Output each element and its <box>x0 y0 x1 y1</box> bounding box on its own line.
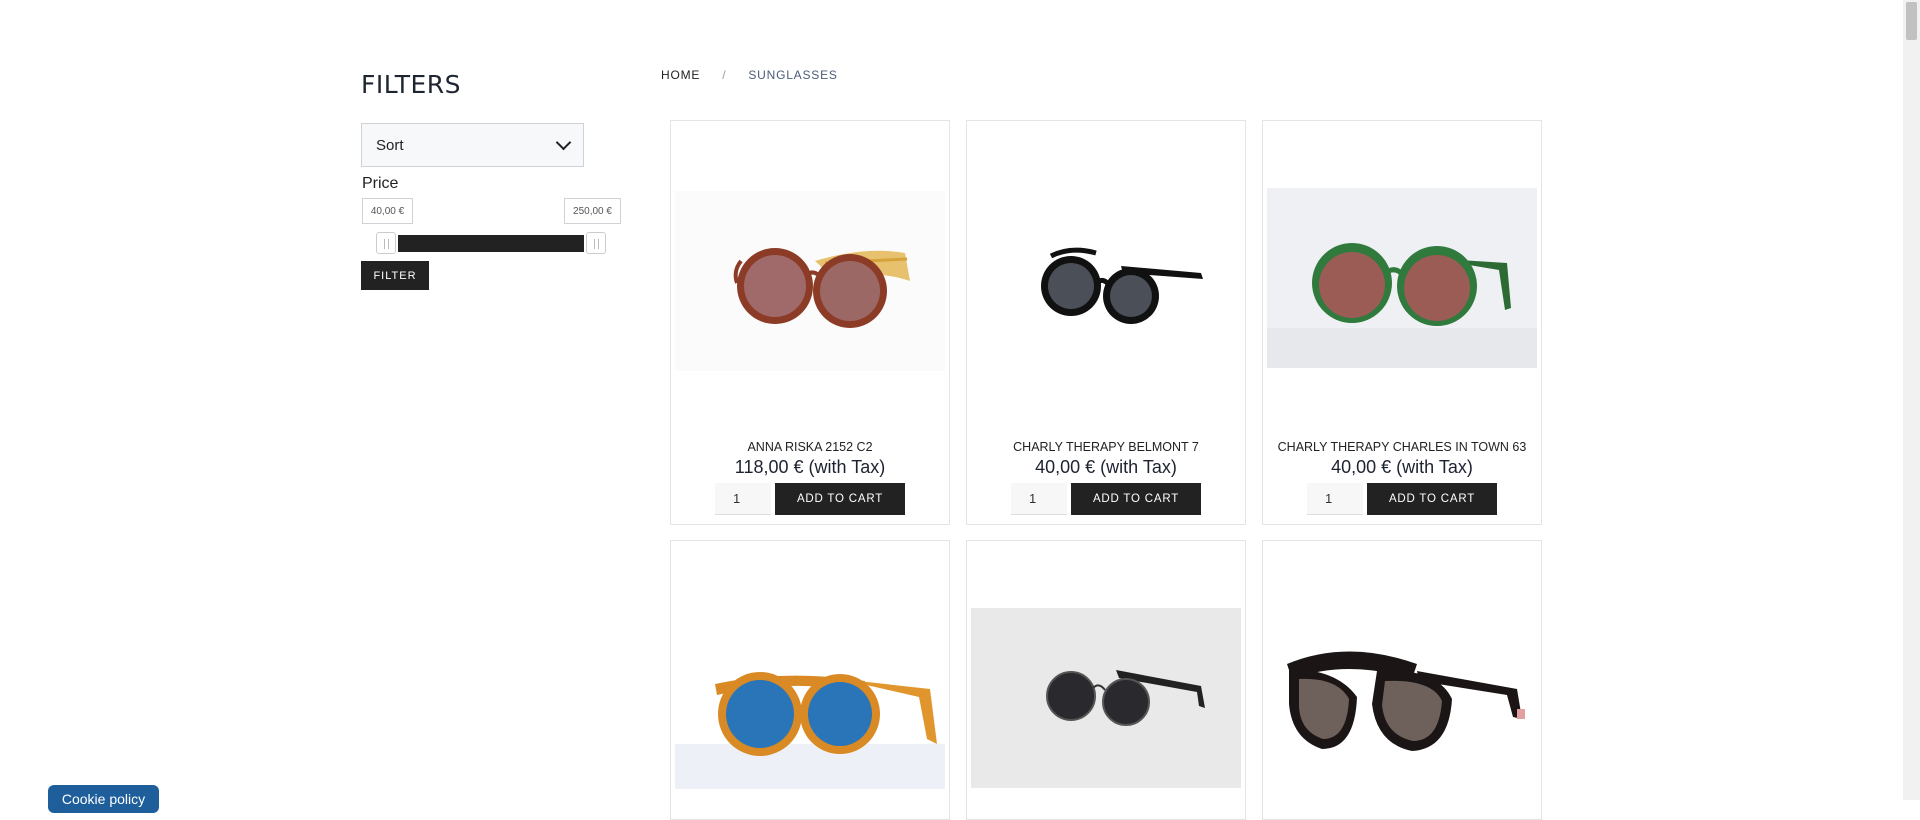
product-price: 118,00 € (with Tax) <box>734 457 886 477</box>
sort-select[interactable]: Sort <box>361 123 584 167</box>
product-card[interactable] <box>670 540 950 820</box>
product-price: 40,00 € (with Tax) <box>1035 457 1177 477</box>
product-name[interactable]: CHARLY THERAPY CHARLES IN TOWN 63 <box>1263 440 1541 454</box>
product-image[interactable] <box>1267 188 1537 368</box>
product-card[interactable] <box>966 540 1246 820</box>
product-price: 40,00 € (with Tax) <box>1331 457 1473 477</box>
price-min-input[interactable]: 40,00 € <box>362 198 413 224</box>
price-max-handle[interactable] <box>586 232 606 254</box>
product-card[interactable]: CHARLY THERAPY BELMONT 7 40,00 € (with T… <box>966 120 1246 525</box>
filters-title: FILTERS <box>361 70 462 99</box>
add-to-cart-button[interactable]: ADD TO CART <box>775 483 905 515</box>
add-to-cart-button[interactable]: ADD TO CART <box>1071 483 1201 515</box>
quantity-input[interactable]: 1 <box>715 483 771 515</box>
chevron-down-icon <box>555 134 572 151</box>
product-name[interactable]: ANNA RISKA 2152 C2 <box>671 440 949 454</box>
breadcrumb-separator: / <box>722 68 727 82</box>
price-range-fill <box>398 235 584 252</box>
product-image[interactable] <box>675 191 945 371</box>
scrollbar-thumb[interactable] <box>1906 2 1917 40</box>
product-image[interactable] <box>971 191 1241 371</box>
price-max-input[interactable]: 250,00 € <box>564 198 621 224</box>
breadcrumb-home[interactable]: HOME <box>661 68 700 82</box>
product-card[interactable]: CHARLY THERAPY CHARLES IN TOWN 63 40,00 … <box>1262 120 1542 525</box>
product-image[interactable] <box>675 609 945 789</box>
price-range-slider[interactable] <box>376 232 606 254</box>
product-name[interactable]: CHARLY THERAPY BELMONT 7 <box>967 440 1245 454</box>
price-min-handle[interactable] <box>376 232 396 254</box>
add-to-cart-button[interactable]: ADD TO CART <box>1367 483 1497 515</box>
quantity-input[interactable]: 1 <box>1307 483 1363 515</box>
breadcrumb-current[interactable]: SUNGLASSES <box>748 68 837 82</box>
sort-select-value: Sort <box>376 136 404 154</box>
breadcrumb: HOME / SUNGLASSES <box>661 68 838 82</box>
product-card[interactable]: ANNA RISKA 2152 C2 118,00 € (with Tax) 1… <box>670 120 950 525</box>
product-image[interactable] <box>1267 609 1537 789</box>
cookie-policy-button[interactable]: Cookie policy <box>48 785 159 813</box>
filter-button[interactable]: FILTER <box>361 261 429 290</box>
product-card[interactable] <box>1262 540 1542 820</box>
price-label: Price <box>362 175 399 192</box>
quantity-input[interactable]: 1 <box>1011 483 1067 515</box>
page-scrollbar[interactable] <box>1903 0 1920 800</box>
product-image[interactable] <box>971 608 1241 788</box>
